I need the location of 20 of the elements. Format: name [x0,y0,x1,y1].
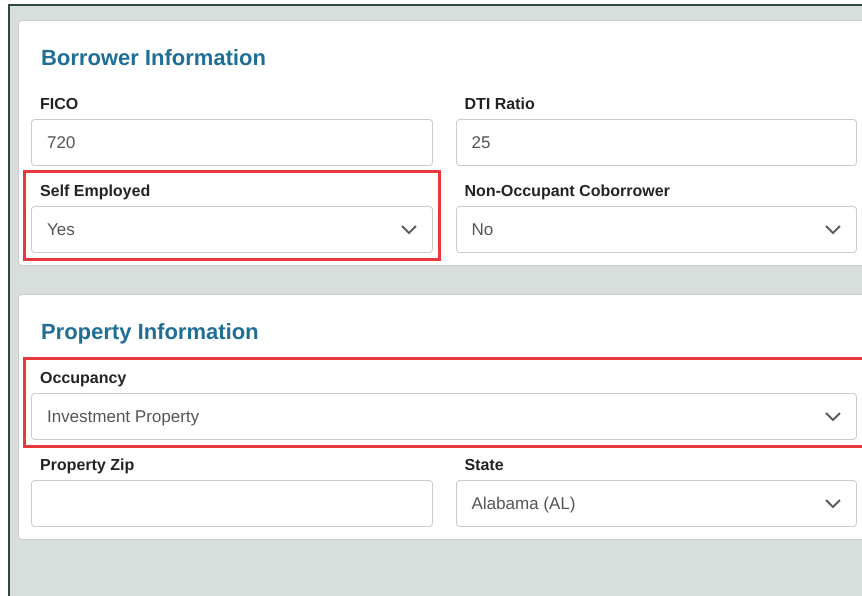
section-title: Borrower Information [41,44,267,72]
input-field[interactable]: 720 [31,119,432,166]
section-title: Property Information [41,318,260,346]
field-label: Occupancy [40,369,128,389]
chevron-down-icon [824,498,842,509]
field-label: Self Employed [40,182,152,202]
input-field[interactable] [31,480,432,527]
field-label: State [464,456,505,476]
field-label: FICO [40,95,80,115]
dropdown[interactable]: No [456,206,857,253]
chevron-down-icon [824,224,842,235]
input-field[interactable]: 25 [456,119,857,166]
field-label: DTI Ratio [464,95,536,115]
chevron-down-icon [824,411,842,422]
dropdown[interactable]: Yes [31,206,432,253]
field-label: Non-Occupant Coborrower [464,182,671,202]
chevron-down-icon [400,224,418,235]
field-label: Property Zip [40,456,136,476]
dropdown[interactable]: Investment Property [31,393,857,440]
dropdown[interactable]: Alabama (AL) [456,480,857,527]
